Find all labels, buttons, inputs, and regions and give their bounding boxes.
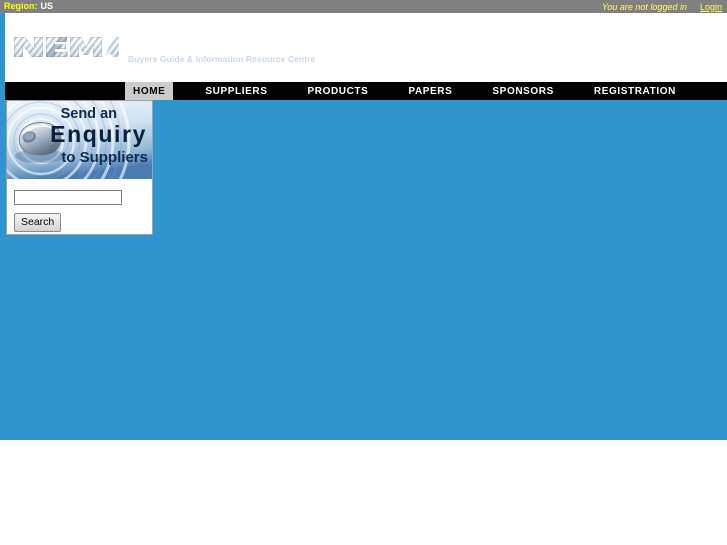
login-link[interactable]: Login [700,2,722,12]
enquiry-panel: Send an Enquiry to Suppliers Search [6,100,153,235]
region-label: Region: [4,1,38,11]
nav-item-papers[interactable]: PAPERS [400,82,460,100]
region-value: US [40,1,54,11]
top-status-bar: Region: US You are not logged in Login [0,0,727,13]
main-navigation: HOME SUPPLIERS PRODUCTS PAPERS SPONSORS … [0,82,727,100]
enquiry-line2: Enquiry [50,121,147,147]
nav-gap [562,82,586,100]
search-button[interactable]: Search [14,213,62,232]
enquiry-search-form: Search [7,179,152,238]
nav-item-suppliers[interactable]: SUPPLIERS [197,82,275,100]
enquiry-banner-graphic: Send an Enquiry to Suppliers [7,101,152,179]
nav-item-home[interactable]: HOME [125,82,174,100]
nav-gap [460,82,484,100]
nema-logo[interactable] [12,33,120,60]
nav-item-registration[interactable]: REGISTRATION [586,82,684,100]
enquiry-banner[interactable]: Send an Enquiry to Suppliers [7,101,152,179]
nav-gap [173,82,197,100]
site-masthead: Buyers Guide & Information Resource Cent… [0,13,727,82]
nav-gap [376,82,400,100]
login-status-text: You are not logged in [601,1,687,12]
nema-logo-icon [14,37,119,57]
enquiry-line1: Send an [61,106,117,122]
login-area: You are not logged in Login [602,2,727,12]
nav-gap [276,82,300,100]
association-name: National Electrical Manufacturers Associ… [10,67,372,82]
search-input[interactable] [14,190,122,205]
nav-item-products[interactable]: PRODUCTS [300,82,377,100]
enquiry-line3: to Suppliers [61,149,148,166]
nav-leading-spacer [5,82,125,100]
masthead-tagline: Buyers Guide & Information Resource Cent… [128,54,316,64]
region-indicator: Region: US [0,2,53,11]
nav-item-sponsors[interactable]: SPONSORS [484,82,561,100]
masthead-left-edge [0,13,5,82]
